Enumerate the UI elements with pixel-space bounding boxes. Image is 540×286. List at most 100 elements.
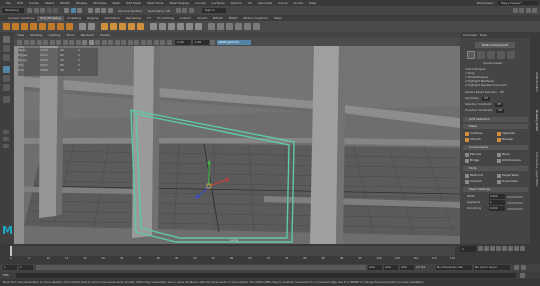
side-tab-attribute-editor[interactable]: Attribute Editor xyxy=(535,72,538,92)
camera-based-row[interactable]: Camera Based Selection Off xyxy=(465,91,504,95)
extrude-button[interactable]: Extrude xyxy=(465,152,481,157)
panel-menu-lighting[interactable]: Lighting xyxy=(45,33,63,37)
menu-windows[interactable]: Windows xyxy=(90,1,109,5)
menu-set-dropdown[interactable]: Modeling xyxy=(2,8,24,13)
image-plane-icon[interactable] xyxy=(30,39,35,45)
multisample-aa-icon[interactable] xyxy=(134,39,139,45)
panel-tab-channels[interactable]: Channels xyxy=(463,33,477,37)
menu-mesh[interactable]: Mesh xyxy=(110,1,124,5)
fps-select[interactable]: 24 fps xyxy=(416,265,434,270)
safe-action-icon[interactable] xyxy=(69,39,74,45)
smooth-icon[interactable] xyxy=(119,23,126,30)
step-back-frame-icon[interactable] xyxy=(490,246,495,251)
uv-editor-icon[interactable] xyxy=(253,23,260,30)
xray-icon[interactable] xyxy=(153,39,159,45)
menu-display[interactable]: Display xyxy=(73,1,90,5)
go-to-start-icon[interactable] xyxy=(478,246,483,251)
menu-arnold[interactable]: Arnold xyxy=(290,1,306,5)
selection-constraint-value[interactable]: Off xyxy=(495,103,503,107)
face-mode-icon[interactable] xyxy=(497,51,505,59)
poly-sphere-icon[interactable] xyxy=(3,23,10,30)
menu-help[interactable]: Help xyxy=(306,1,319,5)
panel-tab-help[interactable]: Help xyxy=(480,33,487,37)
live-surface-label[interactable]: No Live Surface xyxy=(119,9,143,13)
poly-cube-icon[interactable] xyxy=(12,23,19,30)
playback-start-field[interactable]: 1 xyxy=(19,265,33,270)
fill-hole-icon[interactable] xyxy=(177,23,184,30)
bridge-icon[interactable] xyxy=(159,23,166,30)
bevel-button[interactable]: Bevel xyxy=(497,152,510,157)
textured-icon[interactable] xyxy=(101,39,107,45)
boolean-icon[interactable] xyxy=(128,23,135,30)
last-tool-icon[interactable] xyxy=(3,96,10,103)
step-back-key-icon[interactable] xyxy=(484,246,489,251)
range-bar[interactable] xyxy=(36,265,366,270)
panel-menu-view[interactable]: View xyxy=(14,33,27,37)
setting-width-slider[interactable] xyxy=(507,195,523,198)
side-tab-channel-box[interactable]: Channel Box / Layer Editor xyxy=(535,152,538,187)
separate-icon[interactable] xyxy=(110,23,117,30)
combine-button[interactable]: Combine xyxy=(465,131,482,136)
menu-uv[interactable]: UV xyxy=(245,1,255,5)
side-tab-modeling-toolkit[interactable]: Modeling Toolkit xyxy=(535,110,538,131)
separate-button[interactable]: Separate xyxy=(497,131,515,136)
play-backward-icon[interactable] xyxy=(496,246,501,251)
mirror-icon[interactable] xyxy=(137,23,144,30)
select-object-icon[interactable] xyxy=(70,8,76,13)
current-time-marker[interactable] xyxy=(10,246,12,256)
multi-cut-icon[interactable] xyxy=(195,23,202,30)
script-editor-icon[interactable] xyxy=(520,273,525,278)
combine-icon[interactable] xyxy=(101,23,108,30)
menu-deform[interactable]: Deform xyxy=(228,1,245,5)
symmetry-row[interactable]: Symmetry: Off xyxy=(465,97,490,101)
gate-mask-icon[interactable] xyxy=(56,39,61,45)
menu-surfaces[interactable]: Surfaces xyxy=(209,1,228,5)
isolate-select-icon[interactable] xyxy=(147,39,152,45)
anim-layer-select[interactable]: No Anim Layer xyxy=(474,265,510,270)
select-hierarchy-icon[interactable] xyxy=(64,8,69,13)
move-tool-icon[interactable] xyxy=(3,66,10,73)
mesh-section-header[interactable]: Mesh xyxy=(463,124,528,129)
poly-cone-icon[interactable] xyxy=(30,23,37,30)
menu-mesh-tools[interactable]: Mesh Tools xyxy=(144,1,166,5)
open-scene-icon[interactable] xyxy=(33,8,39,13)
soft-selection-header[interactable]: Soft Selection xyxy=(463,117,528,122)
current-time-field[interactable]: 1 xyxy=(460,246,476,252)
safe-title-icon[interactable] xyxy=(75,39,81,45)
attribute-editor-icon[interactable] xyxy=(519,8,524,13)
auto-uv-icon[interactable] xyxy=(244,23,251,30)
view-transform-select[interactable]: sRGB gamma xyxy=(216,39,251,45)
wireframe-on-shaded-icon[interactable] xyxy=(95,39,100,45)
camera-attributes-icon[interactable] xyxy=(17,39,22,45)
snap-grid-icon[interactable] xyxy=(88,8,93,13)
snap-surface-icon[interactable] xyxy=(107,8,113,13)
setting-smoothing-field[interactable]: 0.000 xyxy=(489,206,505,211)
target-weld-button[interactable]: Target Weld xyxy=(497,173,518,178)
menu-curves[interactable]: Curves xyxy=(192,1,208,5)
rotate-tool-icon[interactable] xyxy=(3,75,10,82)
film-gate-icon[interactable] xyxy=(43,39,48,45)
option-highlight-nearest[interactable]: ☑ Highlight Nearest Component xyxy=(465,84,527,88)
ipr-render-icon[interactable] xyxy=(182,8,188,13)
time-slider[interactable]: 0 5 10 15 20 25 30 35 40 45 50 55 60 65 70 75 80 85 90 95 10… xyxy=(0,244,540,264)
extrude-icon[interactable] xyxy=(150,23,157,30)
modeling-toolkit-icon[interactable] xyxy=(512,8,518,13)
quad-draw-button[interactable]: Quad Draw xyxy=(497,179,518,184)
tools-section-header[interactable]: Tools xyxy=(463,166,528,171)
step-forward-key-icon[interactable] xyxy=(514,246,519,251)
uv-mode-icon[interactable] xyxy=(507,51,515,59)
vertex-mode-icon[interactable] xyxy=(477,51,485,59)
bookmark-icon[interactable] xyxy=(23,39,29,45)
undo-icon[interactable] xyxy=(46,8,52,13)
panel-menu-panels[interactable]: Panels xyxy=(97,33,113,37)
depth-of-field-icon[interactable] xyxy=(140,39,146,45)
setting-smoothing-slider[interactable] xyxy=(507,207,523,210)
target-weld-icon[interactable] xyxy=(208,23,215,30)
menu-modify[interactable]: Modify xyxy=(57,1,73,5)
boolean-button[interactable]: Boolean xyxy=(497,137,513,142)
add-divisions-button[interactable]: Add Divisions xyxy=(497,158,521,163)
menu-generate[interactable]: Generate xyxy=(255,1,275,5)
command-language-label[interactable]: MEL xyxy=(3,273,9,278)
append-icon[interactable] xyxy=(186,23,193,30)
setting-segments-field[interactable]: 1 xyxy=(489,200,505,205)
